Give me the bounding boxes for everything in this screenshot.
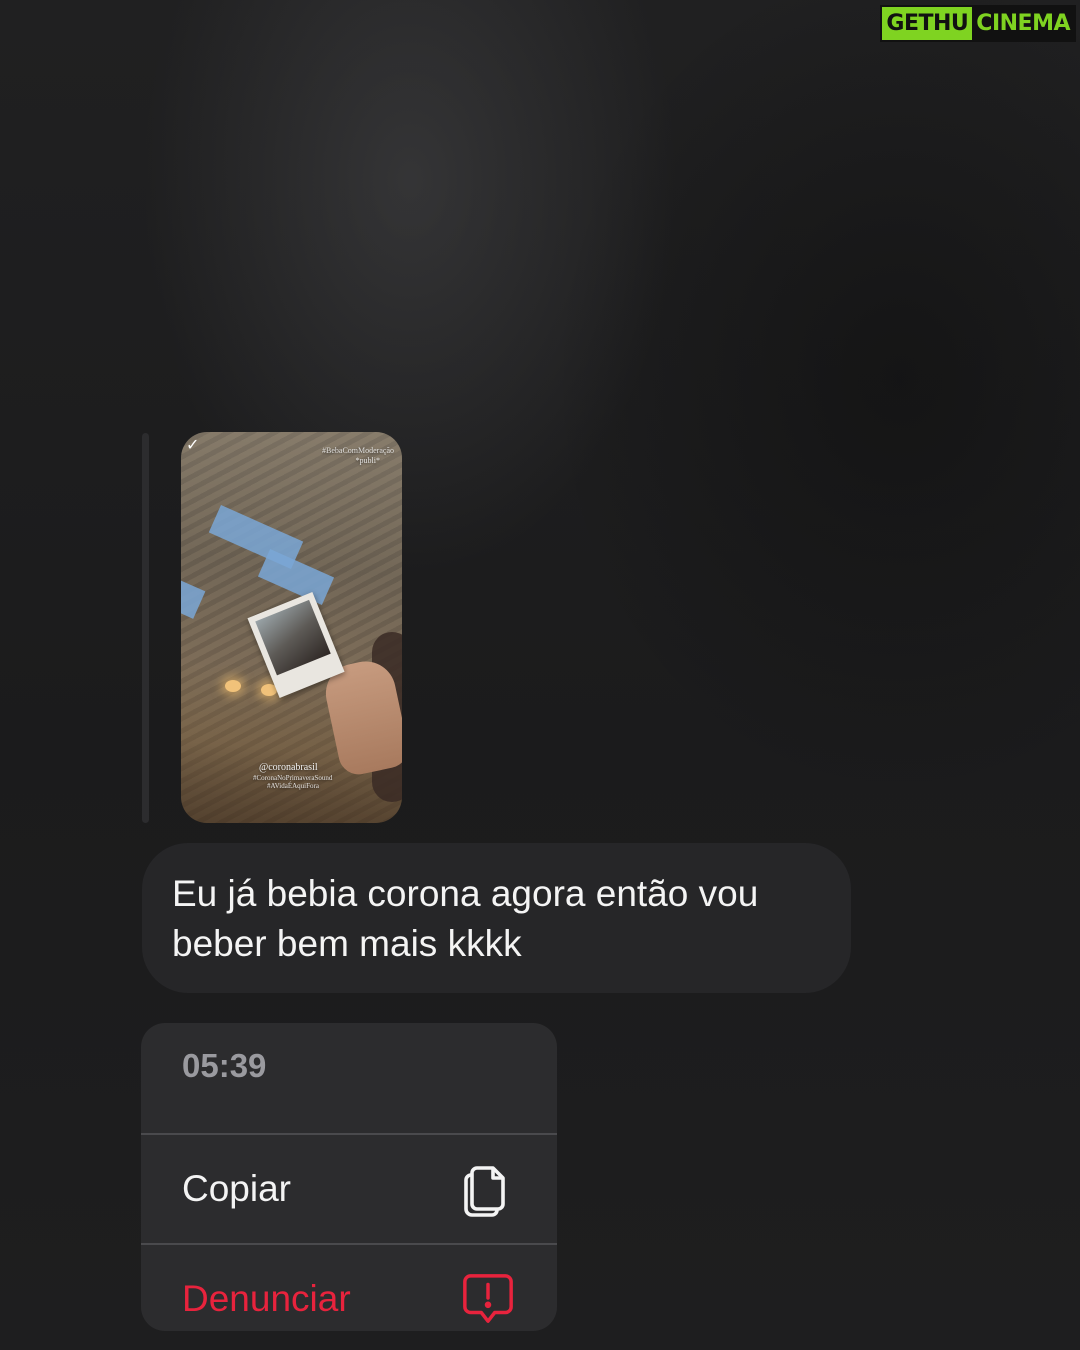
copy-icon <box>461 1160 515 1218</box>
story-reply-thumbnail[interactable]: ✓ #BebaComModeração *publi* @coronabrasi… <box>181 432 402 823</box>
story-hashtag-2: #AVidaÉAquiFora <box>267 782 319 790</box>
story-mention: @coronabrasil <box>259 762 318 773</box>
message-timestamp: 05:39 <box>182 1047 267 1084</box>
copy-label: Copiar <box>182 1168 291 1209</box>
report-menu-item[interactable]: Denunciar <box>141 1245 557 1331</box>
story-polaroid-photo <box>255 599 331 676</box>
story-hashtag-top: #BebaComModeração <box>322 446 394 455</box>
story-lamp <box>225 680 241 692</box>
story-publi-label: *publi* <box>355 456 380 465</box>
copy-menu-item[interactable]: Copiar <box>141 1135 557 1243</box>
story-hashtag-1: #CoronaNoPrimaveraSound <box>253 774 333 782</box>
story-sky-patch <box>181 575 206 619</box>
watermark-text-right: CINEMA <box>972 7 1074 40</box>
story-ring-icon: ✓ <box>186 437 200 454</box>
watermark-text-left: GETHU <box>882 7 973 40</box>
report-icon <box>461 1270 515 1328</box>
reply-indicator-bar <box>142 433 149 823</box>
message-context-menu: 05:39 Copiar Denunciar <box>141 1023 557 1331</box>
watermark-logo: GETHU CINEMA <box>880 5 1076 42</box>
message-bubble[interactable]: Eu já bebia corona agora então vou beber… <box>142 843 851 993</box>
report-label: Denunciar <box>182 1278 351 1319</box>
message-text: Eu já bebia corona agora então vou beber… <box>172 873 759 964</box>
